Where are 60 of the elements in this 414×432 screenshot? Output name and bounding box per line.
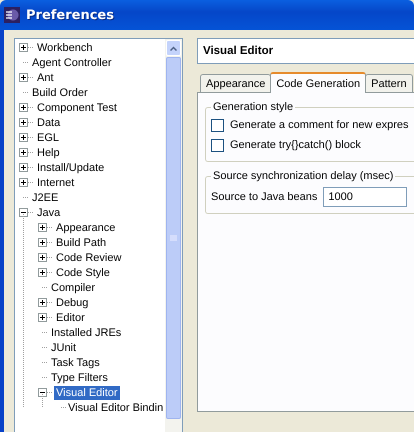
- page-title: Visual Editor: [197, 38, 414, 64]
- checkbox[interactable]: [211, 138, 224, 152]
- checkbox-label[interactable]: Generate try{}catch() block: [230, 139, 361, 151]
- tree-item[interactable]: Installed JREs: [49, 326, 124, 340]
- tree-item[interactable]: Internet: [35, 176, 76, 190]
- tree-item[interactable]: Data: [35, 116, 62, 130]
- tree-item[interactable]: EGL: [35, 130, 62, 144]
- collapse-toggle[interactable]: [19, 208, 28, 217]
- tree-item[interactable]: Type Filters: [49, 370, 110, 384]
- tree-item[interactable]: Component Test: [35, 100, 119, 114]
- scroll-thumb[interactable]: [166, 57, 181, 419]
- input-field[interactable]: 1000: [323, 187, 408, 207]
- tree-item[interactable]: Editor: [54, 310, 87, 324]
- expand-toggle[interactable]: [38, 298, 47, 307]
- expand-toggle[interactable]: [38, 253, 47, 262]
- tab[interactable]: Pattern: [365, 74, 413, 92]
- scroll-up-button[interactable]: [166, 40, 181, 56]
- app-icon: [4, 7, 20, 23]
- tree-item[interactable]: Appearance: [54, 220, 118, 234]
- scrollbar[interactable]: [165, 39, 182, 432]
- expand-toggle[interactable]: [19, 148, 28, 157]
- grip-icon: [170, 234, 177, 242]
- expand-toggle[interactable]: [38, 238, 47, 247]
- tree-item[interactable]: Visual Editor: [54, 386, 120, 400]
- tree-item[interactable]: Workbench: [35, 40, 94, 54]
- tree-item[interactable]: Debug: [54, 296, 90, 310]
- expand-toggle[interactable]: [38, 268, 47, 277]
- caret-icon: [170, 46, 177, 50]
- tab[interactable]: Code Generation: [270, 72, 366, 93]
- expand-toggle[interactable]: [19, 163, 28, 172]
- expand-toggle[interactable]: [19, 73, 28, 82]
- tree-item[interactable]: Compiler: [49, 280, 98, 294]
- expand-toggle[interactable]: [19, 118, 28, 127]
- expand-toggle[interactable]: [19, 103, 28, 112]
- group-title: Generation style: [212, 101, 294, 113]
- tree-item[interactable]: Task Tags: [49, 356, 102, 370]
- tree-item[interactable]: Code Review: [54, 250, 124, 264]
- checkbox-label[interactable]: Generate a comment for new expres: [230, 119, 409, 131]
- expand-toggle[interactable]: [19, 133, 28, 142]
- tree-item[interactable]: Java: [35, 206, 62, 220]
- tree-item[interactable]: Install/Update: [35, 160, 106, 174]
- expand-toggle[interactable]: [38, 313, 47, 322]
- tree-item[interactable]: JUnit: [49, 340, 78, 354]
- tree-item[interactable]: Build Path: [54, 236, 108, 250]
- expand-toggle[interactable]: [19, 178, 28, 187]
- tree-item[interactable]: J2EE: [30, 190, 60, 204]
- tree-item[interactable]: Agent Controller: [30, 56, 114, 70]
- expand-toggle[interactable]: [19, 43, 28, 52]
- field-label: Source to Java beans: [211, 191, 318, 203]
- tree-item[interactable]: Ant: [35, 70, 56, 84]
- window-title: Preferences: [26, 8, 114, 22]
- collapse-toggle[interactable]: [38, 388, 47, 397]
- tree-item[interactable]: Visual Editor Bindin: [66, 400, 165, 414]
- expand-toggle[interactable]: [38, 223, 47, 232]
- checkbox[interactable]: [211, 118, 224, 132]
- tree-item[interactable]: Code Style: [54, 266, 112, 280]
- tree-item[interactable]: Help: [35, 146, 62, 160]
- tab[interactable]: Appearance: [200, 74, 272, 92]
- tree-item[interactable]: Build Order: [30, 86, 90, 100]
- group-title: Source synchronization delay (msec): [212, 170, 394, 182]
